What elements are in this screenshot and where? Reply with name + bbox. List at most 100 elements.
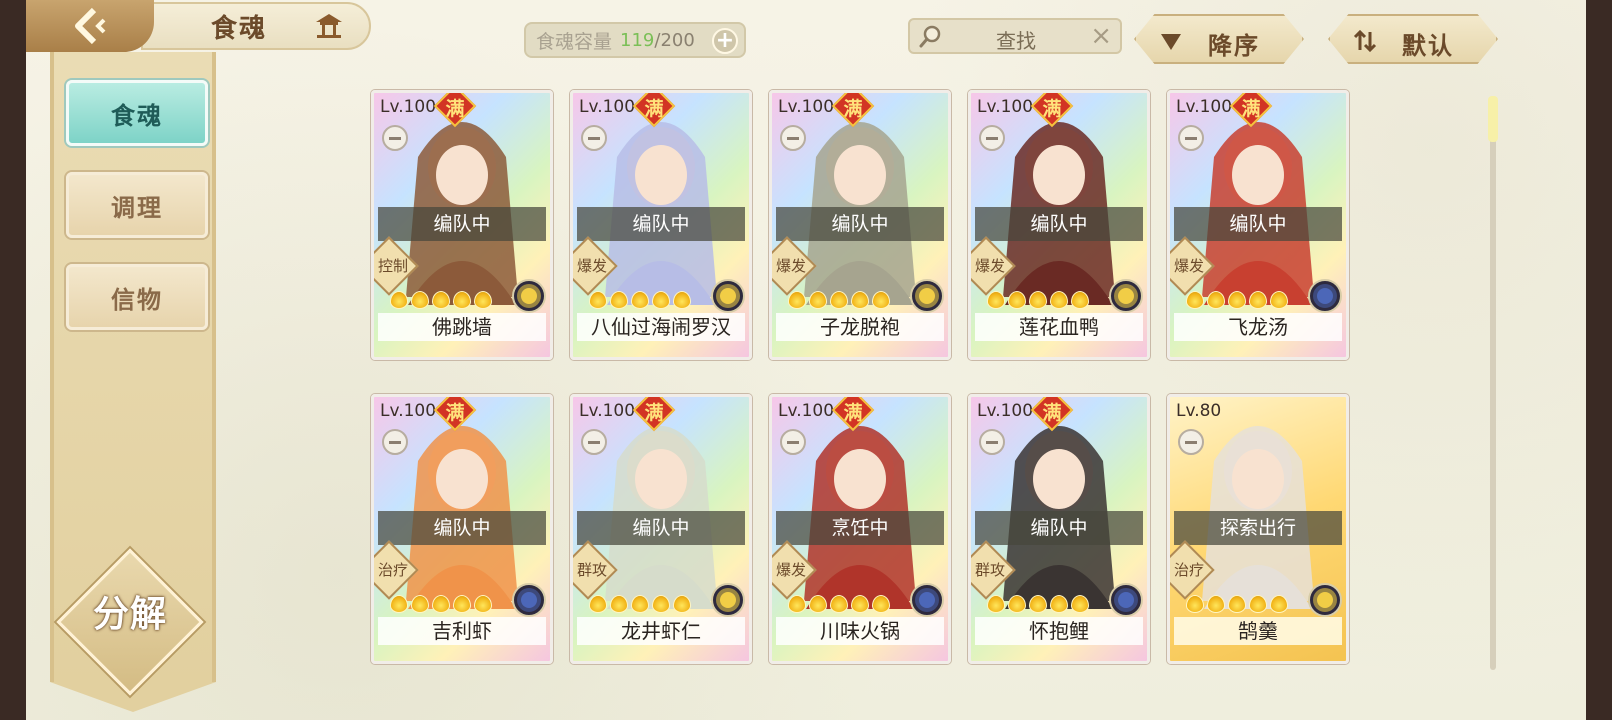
flower-icon [512, 279, 546, 313]
scrollbar-thumb[interactable] [1488, 96, 1498, 142]
bowl-icon [1178, 125, 1204, 151]
role-label: 爆发 [1173, 257, 1204, 275]
star-icon [1071, 595, 1089, 613]
maxed-label: 满 [1241, 98, 1261, 120]
character-name: 龙井虾仁 [577, 617, 745, 645]
level-label: Lv.100 [380, 401, 437, 421]
clear-search-icon[interactable]: × [1090, 21, 1112, 51]
level-label: Lv.100 [579, 97, 636, 117]
add-capacity-button[interactable]: + [712, 28, 738, 54]
food-soul-card[interactable]: Lv.100 满编队中 爆发 莲花血鸭 [968, 90, 1150, 360]
capacity-current: 119 [620, 29, 655, 51]
star-rating [390, 595, 492, 613]
search-input[interactable]: 查找 [996, 25, 1036, 54]
food-soul-card[interactable]: Lv.100 满编队中 爆发 八仙过海闹罗汉 [570, 90, 752, 360]
food-soul-card[interactable]: Lv.100 满编队中 群攻 龙井虾仁 [570, 394, 752, 664]
level-label: Lv.80 [1176, 401, 1222, 421]
food-soul-card[interactable]: Lv.80 探索出行 治疗 鹄羹 [1167, 394, 1349, 664]
star-icon [610, 291, 628, 309]
star-rating [987, 595, 1089, 613]
star-icon [1029, 595, 1047, 613]
sort-order-button[interactable]: 降序 [1134, 14, 1304, 64]
level-label: Lv.100 [977, 97, 1034, 117]
food-soul-card[interactable]: Lv.100 满编队中 治疗 吉利虾 [371, 394, 553, 664]
role-label: 爆发 [974, 257, 1005, 275]
bowl-icon [382, 125, 408, 151]
bowl-icon [780, 125, 806, 151]
character-name: 子龙脱袍 [776, 313, 944, 341]
star-icon [589, 291, 607, 309]
star-icon [1207, 291, 1225, 309]
food-soul-card[interactable]: Lv.100 满编队中 控制 佛跳墙 [371, 90, 553, 360]
food-soul-card[interactable]: Lv.100 满烹饪中 爆发 川味火锅 [769, 394, 951, 664]
level-label: Lv.100 [778, 401, 835, 421]
star-icon [1270, 291, 1288, 309]
character-name: 吉利虾 [378, 617, 546, 645]
sort-arrows-icon [1353, 29, 1377, 53]
food-soul-card[interactable]: Lv.100 满编队中 爆发 子龙脱袍 [769, 90, 951, 360]
star-icon [872, 595, 890, 613]
star-icon [1270, 595, 1288, 613]
star-icon [1186, 595, 1204, 613]
star-rating [987, 291, 1089, 309]
star-icon [1050, 291, 1068, 309]
maxed-label: 满 [1042, 402, 1062, 424]
food-soul-card[interactable]: Lv.100 满编队中 爆发 飞龙汤 [1167, 90, 1349, 360]
status-label: 编队中 [975, 511, 1143, 545]
sidebar-item-conditioning[interactable]: 调理 [66, 172, 208, 238]
character-name: 怀抱鲤 [975, 617, 1143, 645]
back-button[interactable] [26, 0, 154, 52]
sidebar-item-food-souls[interactable]: 食魂 [66, 80, 208, 146]
bowl-icon [979, 125, 1005, 151]
bowl-icon [382, 429, 408, 455]
search-box[interactable]: 查找 × [908, 18, 1122, 54]
maxed-label: 满 [445, 98, 465, 120]
star-icon [788, 595, 806, 613]
star-icon [809, 595, 827, 613]
star-icon [589, 595, 607, 613]
character-name: 川味火锅 [776, 617, 944, 645]
star-icon [652, 595, 670, 613]
maxed-label: 满 [843, 402, 863, 424]
triangle-down-icon [1161, 34, 1181, 50]
bowl-icon [581, 125, 607, 151]
status-label: 编队中 [776, 207, 944, 241]
sort-mode-button[interactable]: 默认 [1328, 14, 1498, 64]
star-icon [1029, 291, 1047, 309]
star-icon [1207, 595, 1225, 613]
star-icon [474, 595, 492, 613]
role-label: 群攻 [576, 561, 607, 579]
pavilion-icon[interactable] [314, 12, 344, 40]
star-icon [453, 595, 471, 613]
star-icon [851, 595, 869, 613]
star-icon [1186, 291, 1204, 309]
character-name: 莲花血鸭 [975, 313, 1143, 341]
star-icon [830, 291, 848, 309]
star-icon [610, 595, 628, 613]
star-icon [1228, 291, 1246, 309]
star-rating [1186, 291, 1288, 309]
star-icon [411, 291, 429, 309]
decompose-label: 分解 [92, 594, 167, 635]
role-label: 群攻 [974, 561, 1005, 579]
level-label: Lv.100 [380, 97, 437, 117]
star-rating [589, 595, 691, 613]
search-icon [919, 25, 941, 48]
capacity-display: 食魂容量 119 / 200 + [524, 22, 746, 58]
maxed-label: 满 [843, 98, 863, 120]
status-label: 编队中 [378, 207, 546, 241]
flower-icon [512, 583, 546, 617]
food-soul-card[interactable]: Lv.100 满编队中 群攻 怀抱鲤 [968, 394, 1150, 664]
status-label: 烹饪中 [776, 511, 944, 545]
star-icon [673, 291, 691, 309]
page-title: 食魂 [211, 14, 268, 44]
flower-icon [1109, 583, 1143, 617]
capacity-label: 食魂容量 [536, 30, 613, 53]
flower-icon [910, 279, 944, 313]
star-icon [474, 291, 492, 309]
scrollbar-track[interactable] [1490, 96, 1496, 670]
role-label: 治疗 [1173, 561, 1204, 579]
status-label: 编队中 [577, 207, 745, 241]
sidebar-item-tokens[interactable]: 信物 [66, 264, 208, 330]
star-icon [987, 291, 1005, 309]
